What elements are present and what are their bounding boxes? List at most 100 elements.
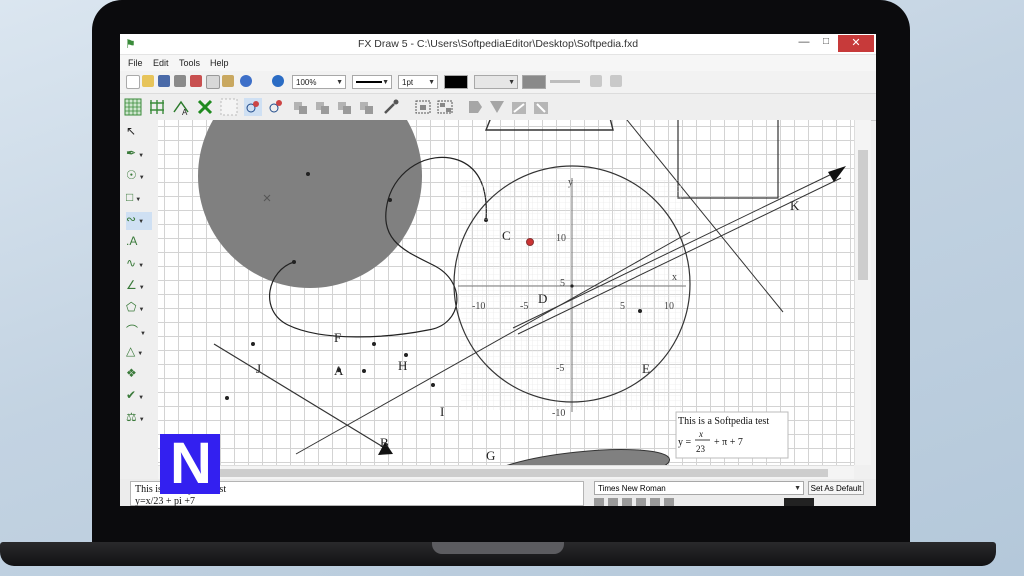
- ungroup-icon[interactable]: [436, 98, 454, 116]
- save-icon[interactable]: [158, 75, 170, 87]
- horizontal-scroll-thumb[interactable]: [188, 469, 828, 477]
- paste-icon[interactable]: [222, 75, 234, 87]
- menu-file[interactable]: File: [128, 58, 143, 68]
- drawing-canvas[interactable]: y x -10 -5 5 10 10 5 -5 -10 K C D F J A …: [158, 120, 854, 465]
- set-as-default-button[interactable]: Set As Default: [808, 481, 864, 495]
- zoom-select[interactable]: 100% ▼: [292, 75, 346, 89]
- snap-grid-icon[interactable]: [148, 98, 166, 116]
- vertical-scrollbar[interactable]: [854, 120, 871, 465]
- graph-origin-point: [570, 284, 574, 288]
- label-c[interactable]: C: [502, 228, 511, 243]
- print-icon[interactable]: [174, 75, 186, 87]
- horizontal-scrollbar[interactable]: [158, 465, 854, 480]
- point-j[interactable]: [251, 342, 255, 346]
- polygon-tool-icon[interactable]: ⬠ ▼: [126, 300, 152, 318]
- label-j[interactable]: J: [256, 361, 261, 376]
- graph-tool-icon[interactable]: ∾ ▼: [126, 212, 152, 230]
- help-icon[interactable]: [272, 75, 284, 87]
- opacity-slider[interactable]: [550, 80, 580, 83]
- node-add-icon[interactable]: [266, 98, 284, 116]
- new-file-icon[interactable]: [126, 75, 140, 89]
- point[interactable]: [362, 369, 366, 373]
- highlighted-point[interactable]: [526, 238, 534, 246]
- underline-icon[interactable]: [622, 498, 632, 506]
- align-right-text-icon[interactable]: [664, 498, 674, 506]
- text-box-line[interactable]: This is a Softpedia test: [678, 416, 769, 427]
- point-e[interactable]: [638, 309, 642, 313]
- curve-tool-icon[interactable]: ∿ ▼: [126, 256, 152, 274]
- segment-jb[interactable]: [213, 343, 389, 451]
- align-center-text-icon[interactable]: [650, 498, 660, 506]
- text-on-path-icon[interactable]: A: [172, 98, 190, 116]
- square-shape[interactable]: [677, 120, 779, 199]
- send-back-icon[interactable]: [488, 98, 506, 116]
- label-a[interactable]: A: [334, 363, 344, 378]
- close-button[interactable]: ✕: [838, 35, 874, 52]
- text-color-swatch[interactable]: [784, 498, 814, 506]
- circle-tool-icon[interactable]: ☉ ▼: [126, 168, 152, 186]
- rectangle-tool-icon[interactable]: □ ▼: [126, 190, 152, 208]
- zoom-value: 100%: [296, 78, 317, 87]
- measure-tool-icon[interactable]: ⚖ ▼: [126, 410, 152, 428]
- text-tool-icon[interactable]: .A: [126, 234, 152, 252]
- label-b[interactable]: B: [380, 435, 389, 450]
- label-g[interactable]: G: [486, 448, 495, 463]
- filled-ellipse-shape[interactable]: [485, 442, 672, 465]
- grid-toggle-icon[interactable]: [124, 98, 142, 116]
- triangle-tool-icon[interactable]: △ ▼: [126, 344, 152, 362]
- point-i[interactable]: [431, 383, 435, 387]
- align-left-text-icon[interactable]: [636, 498, 646, 506]
- curve-start-point[interactable]: [292, 260, 296, 264]
- italic-icon[interactable]: [608, 498, 618, 506]
- align-left-icon[interactable]: [292, 98, 310, 116]
- shape-tool-icon[interactable]: ❖: [126, 366, 152, 384]
- open-folder-icon[interactable]: [142, 75, 154, 87]
- minimize-button[interactable]: —: [794, 36, 814, 51]
- vertical-scroll-thumb[interactable]: [858, 150, 868, 280]
- dotted-grid-icon[interactable]: [220, 98, 238, 116]
- label-i[interactable]: I: [440, 404, 444, 419]
- triangle-shape[interactable]: [484, 120, 614, 131]
- font-family-select[interactable]: Times New Roman ▼: [594, 481, 804, 495]
- flip-icon[interactable]: [532, 98, 550, 116]
- menu-edit[interactable]: Edit: [153, 58, 169, 68]
- label-h[interactable]: H: [398, 358, 407, 373]
- transform-tool-icon[interactable]: ✔ ▼: [126, 388, 152, 406]
- cut-icon[interactable]: [190, 75, 202, 87]
- delete-cross-icon[interactable]: [196, 98, 214, 116]
- rotate-icon[interactable]: [510, 98, 528, 116]
- maximize-button[interactable]: □: [816, 36, 836, 51]
- globe-icon[interactable]: [240, 75, 252, 87]
- laptop-notch: [432, 542, 564, 554]
- align-right-icon[interactable]: [336, 98, 354, 116]
- curve-point[interactable]: [388, 198, 392, 202]
- filled-circle-shape[interactable]: [198, 120, 422, 288]
- point[interactable]: [372, 342, 376, 346]
- copy-icon[interactable]: [206, 75, 220, 89]
- circle-center-point[interactable]: [306, 172, 310, 176]
- line-style-select[interactable]: ▼: [352, 75, 392, 89]
- freehand-tool-icon[interactable]: ✒ ▼: [126, 146, 152, 164]
- select-pointer-icon[interactable]: ↖: [126, 124, 152, 142]
- fill-color-swatch[interactable]: [522, 75, 546, 89]
- bring-front-icon[interactable]: [466, 98, 484, 116]
- line-color-swatch[interactable]: [444, 75, 468, 89]
- bold-icon[interactable]: [594, 498, 604, 506]
- point-h[interactable]: [404, 353, 408, 357]
- line-width-select[interactable]: 1pt ▼: [398, 75, 438, 89]
- label-k[interactable]: K: [790, 198, 800, 213]
- angle-tool-icon[interactable]: ∠ ▼: [126, 278, 152, 296]
- menu-help[interactable]: Help: [210, 58, 229, 68]
- point[interactable]: [225, 396, 229, 400]
- fill-pattern-select[interactable]: ▼: [474, 75, 518, 89]
- label-e[interactable]: E: [642, 361, 650, 376]
- arc-tool-icon[interactable]: ⌒ ▼: [126, 322, 152, 340]
- label-f[interactable]: F: [334, 330, 341, 345]
- align-center-icon[interactable]: [314, 98, 332, 116]
- group-icon[interactable]: [414, 98, 432, 116]
- align-top-icon[interactable]: [358, 98, 376, 116]
- eyedropper-icon[interactable]: [382, 98, 400, 116]
- node-edit-icon[interactable]: [244, 98, 262, 116]
- menu-tools[interactable]: Tools: [179, 58, 200, 68]
- label-d[interactable]: D: [538, 291, 547, 306]
